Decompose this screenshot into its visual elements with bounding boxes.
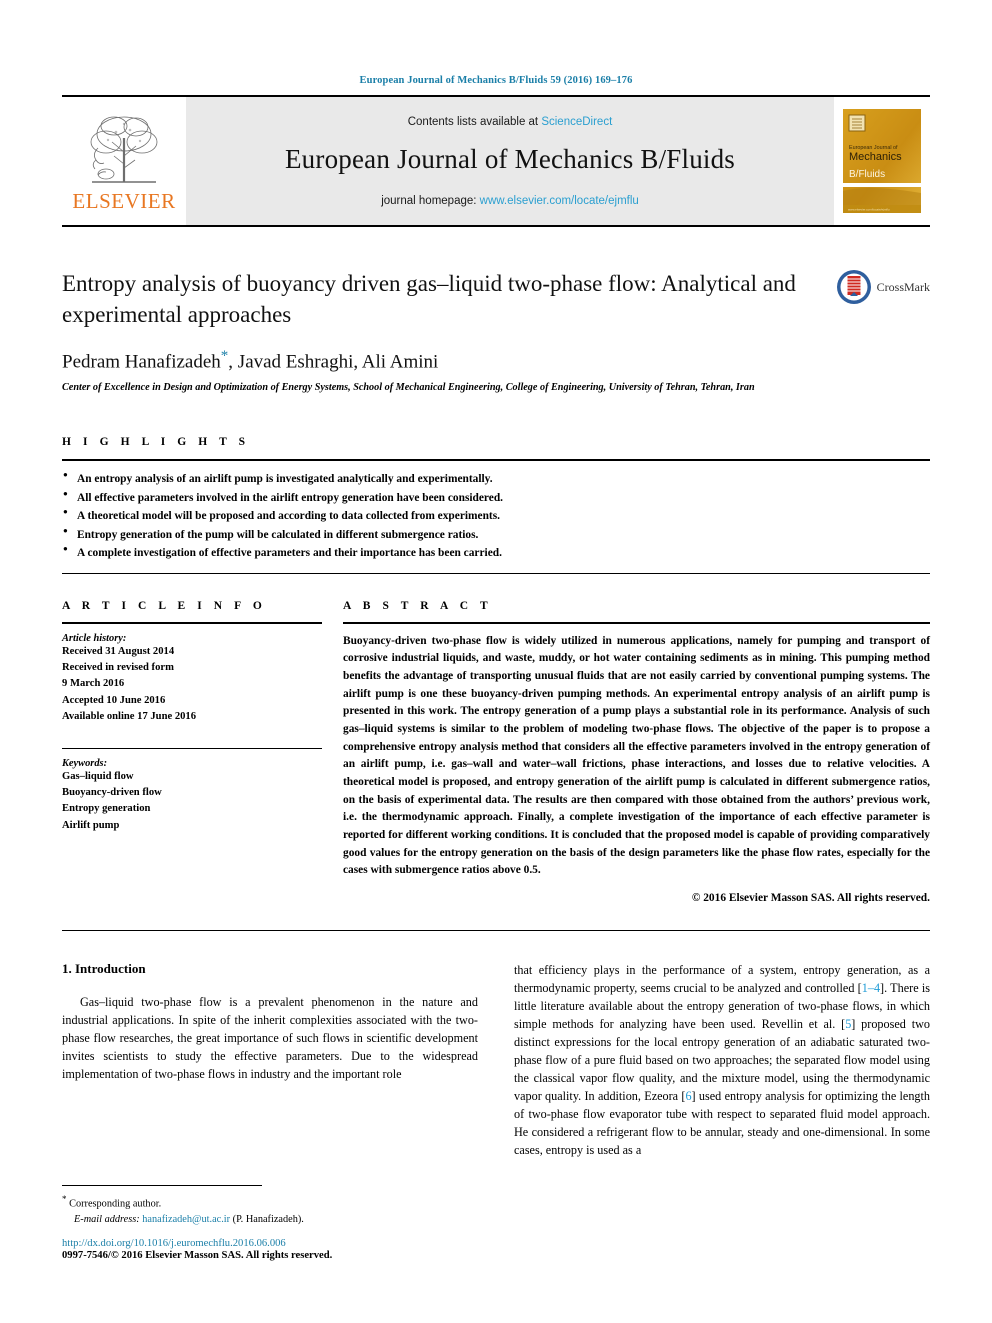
- abstract-column: A B S T R A C T Buoyancy-driven two-phas…: [340, 600, 930, 904]
- highlights-section: H I G H L I G H T S An entropy analysis …: [62, 436, 930, 574]
- footnote-rule: [62, 1184, 262, 1186]
- keywords-label: Keywords:: [62, 757, 108, 769]
- crossmark-label: CrossMark: [876, 279, 930, 294]
- author-affiliation: Center of Excellence in Design and Optim…: [62, 382, 755, 394]
- email-owner: (P. Hanafizadeh).: [232, 1213, 304, 1225]
- crossmark-icon: [836, 270, 871, 304]
- article-history-label: Article history:: [62, 632, 127, 644]
- email-label: E-mail address:: [74, 1213, 140, 1225]
- footnote-marker: *: [62, 1193, 67, 1204]
- author-others: , Javad Eshraghi, Ali Amini: [228, 351, 439, 373]
- body-separator-rule: [62, 930, 930, 932]
- journal-homepage-link[interactable]: www.elsevier.com/locate/ejmflu: [480, 195, 639, 207]
- abstract-heading: A B S T R A C T: [343, 599, 493, 612]
- body-column-right: that efficiency plays in the performance…: [514, 961, 930, 1160]
- email-link[interactable]: hanafizadeh@ut.ac.ir: [142, 1214, 230, 1225]
- elsevier-wordmark: ELSEVIER: [72, 189, 176, 213]
- homepage-prefix: journal homepage:: [381, 194, 480, 207]
- history-line: 9 March 2016: [62, 678, 125, 690]
- list-item: All effective parameters involved in the…: [62, 488, 930, 507]
- elsevier-tree-icon: [90, 116, 158, 183]
- journal-masthead: ELSEVIER Contents lists available at Sci…: [62, 95, 930, 227]
- body-columns: 1. Introduction Gas–liquid two-phase flo…: [62, 961, 930, 1160]
- keyword-item: Buoyancy-driven flow: [62, 787, 162, 799]
- keyword-item: Airlift pump: [62, 819, 120, 831]
- journal-cover-thumbnail: European Journal of Mechanics B/Fluids w…: [834, 97, 930, 225]
- svg-text:www.elsevier.com/locate/ejmflu: www.elsevier.com/locate/ejmflu: [848, 208, 890, 212]
- article-info-column: A R T I C L E I N F O Article history: R…: [62, 600, 340, 904]
- article-info-heading: A R T I C L E I N F O: [62, 599, 267, 612]
- abstract-body: Buoyancy-driven two-phase flow is widely…: [343, 624, 930, 904]
- history-line: Accepted 10 June 2016: [62, 694, 166, 706]
- highlights-list: An entropy analysis of an airlift pump i…: [62, 461, 930, 572]
- title-block: CrossMark Entropy analysis of buoyancy d…: [62, 269, 930, 396]
- sciencedirect-link[interactable]: ScienceDirect: [541, 116, 612, 128]
- masthead-center: Contents lists available at ScienceDirec…: [186, 97, 834, 225]
- cover-line-3: B/Fluids: [849, 169, 885, 180]
- intro-paragraph-left: Gas–liquid two-phase flow is a prevalent…: [62, 995, 478, 1082]
- list-item: An entropy analysis of an airlift pump i…: [62, 469, 930, 488]
- section-title-introduction: 1. Introduction: [62, 961, 146, 977]
- corresponding-author-note: * Corresponding author.: [62, 1193, 482, 1212]
- email-note: E-mail address: hanafizadeh@ut.ac.ir (P.…: [62, 1212, 482, 1227]
- contents-prefix: Contents lists available at: [407, 115, 542, 128]
- journal-homepage-line: journal homepage: www.elsevier.com/locat…: [381, 195, 639, 207]
- history-line: Received in revised form: [62, 662, 174, 674]
- info-abstract-section: A R T I C L E I N F O Article history: R…: [62, 600, 930, 904]
- contents-available-line: Contents lists available at ScienceDirec…: [408, 116, 613, 128]
- keywords-rule: [62, 747, 322, 749]
- history-line: Received 31 August 2014: [62, 645, 175, 657]
- article-history-block: Article history: Received 31 August 2014…: [62, 624, 322, 726]
- abstract-text: Buoyancy-driven two-phase flow is widely…: [343, 634, 930, 877]
- abstract-copyright: © 2016 Elsevier Masson SAS. All rights r…: [691, 892, 930, 905]
- author-list: Pedram Hanafizadeh*, Javad Eshraghi, Ali…: [62, 348, 930, 373]
- corresponding-author-label: Corresponding author.: [69, 1198, 162, 1210]
- journal-title: European Journal of Mechanics B/Fluids: [284, 143, 735, 174]
- list-item: Entropy generation of the pump will be c…: [62, 525, 930, 544]
- list-item: A complete investigation of effective pa…: [62, 543, 930, 562]
- running-head: European Journal of Mechanics B/Fluids 5…: [359, 75, 633, 86]
- keywords-block: Keywords: Gas–liquid flow Buoyancy-drive…: [62, 739, 322, 835]
- list-item: A theoretical model will be proposed and…: [62, 506, 930, 525]
- keyword-item: Entropy generation: [62, 803, 151, 815]
- highlights-bottom-rule: [62, 572, 930, 574]
- journal-cover-image: European Journal of Mechanics B/Fluids w…: [843, 109, 921, 213]
- page-title: Entropy analysis of buoyancy driven gas–…: [62, 271, 796, 327]
- citation-ref[interactable]: 1–4: [862, 981, 880, 995]
- page-footer: * Corresponding author. E-mail address: …: [62, 1184, 482, 1261]
- author-primary: Pedram Hanafizadeh: [62, 351, 221, 373]
- body-column-left: 1. Introduction Gas–liquid two-phase flo…: [62, 961, 478, 1160]
- issn-copyright-line: 0997-7546/© 2016 Elsevier Masson SAS. Al…: [62, 1250, 333, 1261]
- intro-paragraph-right: that efficiency plays in the performance…: [514, 961, 930, 1160]
- keyword-item: Gas–liquid flow: [62, 770, 134, 782]
- history-line: Available online 17 June 2016: [62, 711, 197, 723]
- doi-link[interactable]: http://dx.doi.org/10.1016/j.euromechflu.…: [62, 1238, 482, 1249]
- elsevier-logo: ELSEVIER: [62, 97, 186, 225]
- crossmark-badge[interactable]: CrossMark: [836, 269, 930, 305]
- highlights-heading: H I G H L I G H T S: [62, 436, 250, 449]
- cover-line-2: Mechanics: [849, 151, 902, 163]
- article-page: European Journal of Mechanics B/Fluids 5…: [0, 0, 992, 1323]
